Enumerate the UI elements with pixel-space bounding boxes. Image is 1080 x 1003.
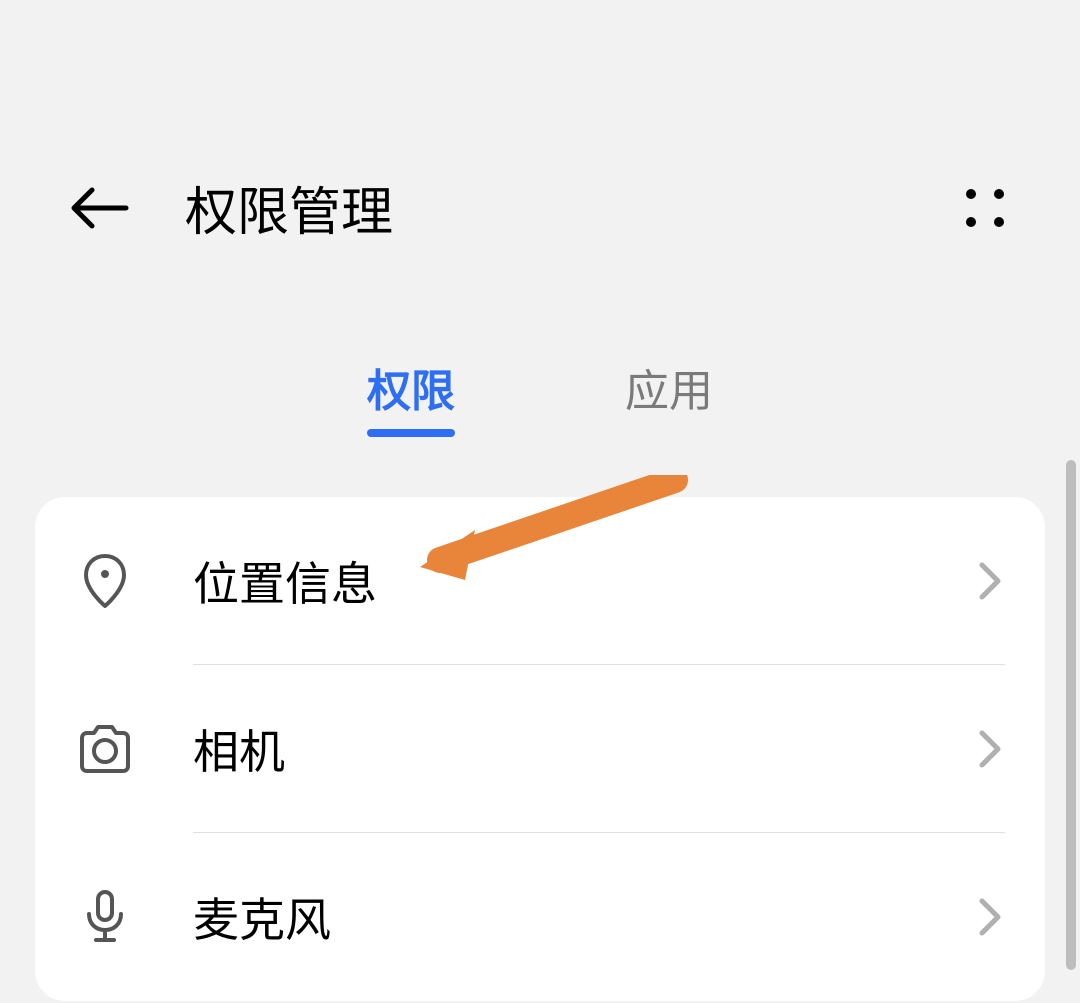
location-icon — [75, 551, 135, 611]
menu-button[interactable] — [955, 178, 1015, 238]
item-label: 位置信息 — [193, 548, 975, 614]
camera-icon — [75, 719, 135, 779]
microphone-icon — [75, 887, 135, 947]
list-item-camera[interactable]: 相机 — [75, 665, 1005, 833]
list-item-location[interactable]: 位置信息 — [75, 497, 1005, 665]
back-button[interactable] — [65, 183, 135, 233]
chevron-right-icon — [975, 559, 1005, 604]
tabs: 权限 应用 — [0, 285, 1080, 477]
chevron-right-icon — [975, 727, 1005, 772]
chevron-right-icon — [975, 895, 1005, 940]
menu-dots-icon — [963, 186, 1007, 230]
header-left: 权限管理 — [65, 170, 393, 245]
header: 权限管理 — [0, 0, 1080, 285]
page-title: 权限管理 — [185, 170, 393, 245]
permissions-card: 位置信息 相机 — [35, 497, 1045, 1001]
item-label: 麦克风 — [193, 884, 975, 950]
list-item-microphone[interactable]: 麦克风 — [75, 833, 1005, 1001]
arrow-left-icon — [70, 186, 130, 230]
item-label: 相机 — [193, 716, 975, 782]
tab-permissions[interactable]: 权限 — [367, 355, 455, 437]
scrollbar[interactable] — [1066, 460, 1076, 970]
tab-apps[interactable]: 应用 — [625, 355, 713, 437]
